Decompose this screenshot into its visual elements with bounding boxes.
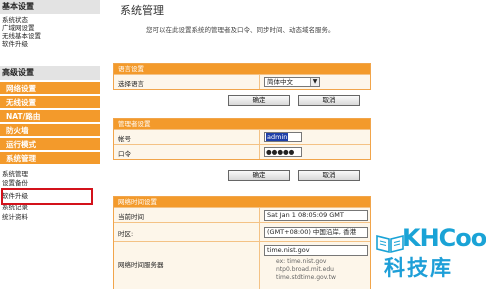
current-time-label: 当前时间 bbox=[118, 213, 144, 221]
ntp-server-row: 网络时间服务器 time.nist.gov ex: time.nist.gov … bbox=[114, 241, 370, 289]
chevron-down-icon: ▼ bbox=[310, 78, 319, 86]
sidebar-item-firewall[interactable]: 防火墙 bbox=[0, 124, 100, 137]
language-panel-heading: 语言设置 bbox=[114, 64, 370, 74]
admin-panel: 管理者设置 帐号 admin 口令 ●●●●● bbox=[113, 118, 371, 160]
sidebar-item-system-management[interactable]: 系统管理 bbox=[0, 152, 100, 165]
language-cancel-button[interactable]: 取消 bbox=[298, 95, 360, 106]
subitem-backup-settings[interactable]: 设置备份 bbox=[2, 179, 28, 187]
subitem-statistics[interactable]: 统计资料 bbox=[2, 213, 28, 221]
account-input[interactable]: admin bbox=[264, 132, 302, 142]
password-value: ●●●●● bbox=[266, 148, 295, 156]
language-select[interactable]: 简体中文 ▼ bbox=[264, 77, 320, 87]
admin-apply-button[interactable]: 确定 bbox=[228, 170, 290, 181]
language-panel: 语言设置 选择语言 简体中文 ▼ bbox=[113, 63, 371, 90]
language-selected-value: 简体中文 bbox=[267, 78, 293, 86]
sidebar-item-firmware-upgrade[interactable]: 软件升级 bbox=[2, 40, 28, 48]
ntp-server-label: 网络时间服务器 bbox=[118, 261, 164, 269]
ntp-hint-3: time.stdtime.gov.tw bbox=[276, 274, 336, 281]
advanced-settings-title: 高级设置 bbox=[0, 66, 100, 80]
sidebar-item-wan[interactable]: 广域网设置 bbox=[2, 24, 35, 32]
ntp-panel: 网络时间设置 当前时间 Sat Jan 1 08:05:09 GMT 时区: (… bbox=[113, 196, 371, 289]
admin-panel-heading: 管理者设置 bbox=[114, 119, 370, 129]
sidebar: 基本设置 系统状态 广域网设置 无线基本设置 软件升级 高级设置 网络设置 无线… bbox=[0, 0, 100, 289]
language-row: 选择语言 简体中文 ▼ bbox=[114, 74, 370, 89]
sidebar-item-operation-mode[interactable]: 运行模式 bbox=[0, 138, 100, 151]
current-time-field[interactable]: Sat Jan 1 08:05:09 GMT bbox=[264, 210, 368, 221]
password-input[interactable]: ●●●●● bbox=[264, 147, 302, 157]
highlight-annotation-box bbox=[1, 188, 93, 205]
subitem-system-management[interactable]: 系统管理 bbox=[2, 170, 28, 178]
password-row: 口令 ●●●●● bbox=[114, 144, 370, 159]
ntp-hint-2: ntp0.broad.mit.edu bbox=[276, 266, 334, 273]
page-description: 您可以在此设置系统的管理者及口令、同步时间、动态域名服务。 bbox=[146, 26, 335, 34]
account-value: admin bbox=[266, 133, 289, 141]
watermark-book-icon bbox=[376, 234, 404, 254]
password-label: 口令 bbox=[118, 150, 131, 158]
account-row: 帐号 admin bbox=[114, 129, 370, 144]
watermark-brand: KHCoo bbox=[402, 224, 486, 252]
language-label: 选择语言 bbox=[118, 80, 144, 88]
watermark-chinese: 科技库 bbox=[384, 256, 453, 280]
sidebar-item-wireless[interactable]: 无线设置 bbox=[0, 96, 100, 109]
ntp-server-input[interactable]: time.nist.gov bbox=[264, 245, 368, 256]
sidebar-item-system-status[interactable]: 系统状态 bbox=[2, 16, 28, 24]
language-apply-button[interactable]: 确定 bbox=[228, 95, 290, 106]
current-time-row: 当前时间 Sat Jan 1 08:05:09 GMT bbox=[114, 207, 370, 222]
account-label: 帐号 bbox=[118, 135, 131, 143]
page-title: 系统管理 bbox=[120, 4, 164, 17]
sidebar-item-wireless-basic[interactable]: 无线基本设置 bbox=[2, 32, 41, 40]
ntp-panel-heading: 网络时间设置 bbox=[114, 197, 370, 207]
ntp-hint-1: ex: time.nist.gov bbox=[276, 258, 327, 265]
sidebar-item-nat-routing[interactable]: NAT/路由 bbox=[0, 110, 100, 123]
timezone-row: 时区: (GMT+08:00) 中国沿岸, 香港 bbox=[114, 222, 370, 241]
timezone-label: 时区: bbox=[118, 230, 134, 238]
admin-cancel-button[interactable]: 取消 bbox=[298, 170, 360, 181]
sidebar-item-network[interactable]: 网络设置 bbox=[0, 82, 100, 95]
basic-settings-title: 基本设置 bbox=[0, 0, 100, 14]
timezone-select[interactable]: (GMT+08:00) 中国沿岸, 香港 bbox=[264, 227, 368, 238]
